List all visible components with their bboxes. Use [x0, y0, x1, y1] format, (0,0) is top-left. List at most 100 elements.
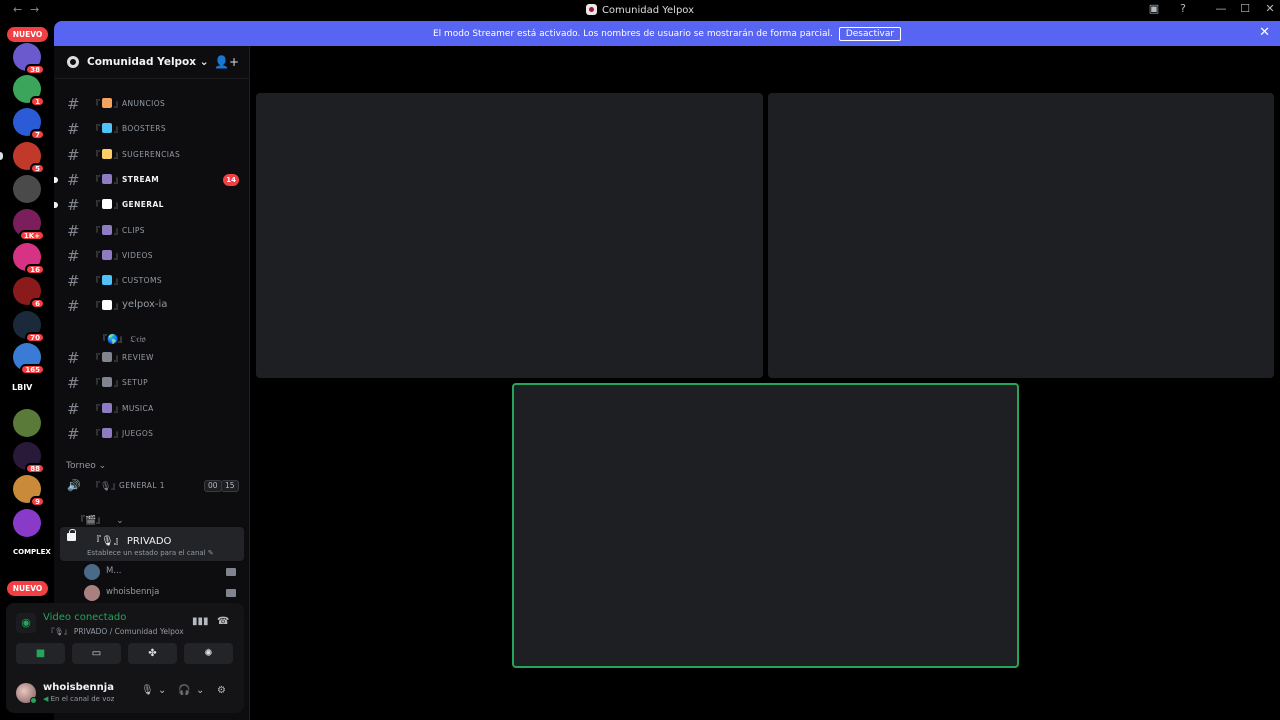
banner-close-icon[interactable]: ✕: [1259, 25, 1270, 40]
disconnect-icon[interactable]: ☎: [217, 616, 229, 627]
inbox-icon[interactable]: ▣: [1146, 2, 1162, 15]
channel-emoji-icon: [102, 300, 113, 311]
unread-badge: 88: [25, 463, 45, 474]
video-tile[interactable]: [768, 93, 1274, 378]
channel-sugerencias[interactable]: # 『』 SUGERENCIAS: [60, 144, 245, 166]
channel-emoji-icon: [102, 224, 113, 235]
category-private[interactable]: 『🎬』 ⌄: [76, 513, 124, 526]
signal-icon[interactable]: ◉: [16, 613, 36, 633]
server-icon[interactable]: 88: [13, 442, 45, 474]
bracket-open: 『: [91, 404, 101, 415]
hashtag-icon: #: [67, 145, 80, 164]
server-icon[interactable]: 165: [13, 343, 45, 375]
invite-people-icon[interactable]: 👤+: [214, 55, 239, 69]
user-limit: 15: [221, 480, 239, 492]
server-complex[interactable]: COMPLEX: [13, 548, 51, 556]
deactivate-button[interactable]: Desactivar: [838, 27, 902, 41]
nuevo-badge-bottom[interactable]: NUEVO: [7, 581, 48, 596]
minimize-button[interactable]: —: [1213, 2, 1229, 15]
nuevo-badge-top[interactable]: NUEVO: [7, 27, 48, 42]
chevron-down-icon[interactable]: ⌄: [196, 685, 204, 696]
channel-emoji-icon: [102, 377, 113, 388]
channel-customs[interactable]: # 『』 CUSTOMS: [60, 270, 245, 292]
server-header[interactable]: Comunidad Yelpox ⌄ 👤+: [54, 46, 249, 79]
channel-general[interactable]: # 『』 GENERAL: [54, 194, 245, 216]
mention-badge: 14: [223, 173, 239, 186]
voice-user-name: whoisbennja: [106, 587, 160, 597]
channel-prefix: 『🎙』: [91, 536, 124, 547]
category-torneo[interactable]: Torneo ⌄: [66, 461, 106, 471]
channel-label: ANUNCIOS: [122, 99, 166, 108]
video-tile-speaking[interactable]: [512, 383, 1019, 668]
channel-label: yelpox-ia: [122, 299, 168, 311]
server-icon[interactable]: [13, 175, 41, 203]
channel-prefix: 『』: [91, 97, 123, 110]
maximize-button[interactable]: ☐: [1237, 2, 1253, 15]
close-window-button[interactable]: ✕: [1262, 2, 1278, 15]
channel-stream[interactable]: # 『』 STREAM 14: [54, 169, 245, 191]
server-icon[interactable]: 5: [13, 142, 45, 174]
server-icon[interactable]: 6: [13, 277, 45, 309]
screenshare-button[interactable]: ▭: [72, 643, 121, 664]
bracket-open: 『: [91, 175, 101, 186]
voice-user[interactable]: M...: [84, 563, 239, 581]
server-lbiv[interactable]: LBIV: [12, 383, 32, 392]
hashtag-icon: #: [67, 120, 80, 139]
voice-state[interactable]: Video conectado: [43, 612, 126, 623]
server-name-text: Comunidad Yelpox: [87, 56, 197, 68]
server-icon[interactable]: 1K+: [13, 209, 45, 241]
channel-prefix: 『』: [91, 427, 123, 440]
channel-yelpox-ia[interactable]: # 『』 yelpox-ia: [60, 295, 245, 317]
server-icon[interactable]: [13, 509, 41, 537]
server-icon[interactable]: [13, 409, 41, 437]
soundboard-button[interactable]: ✺: [184, 643, 233, 664]
bracket-open: 『: [91, 379, 101, 390]
hashtag-icon: #: [67, 170, 80, 189]
hashtag-icon: #: [67, 221, 80, 240]
activities-button[interactable]: ✤: [128, 643, 177, 664]
channel-label: SUGERENCIAS: [122, 149, 181, 159]
channel-setup[interactable]: # 『』 SETUP: [60, 372, 245, 394]
server-icon[interactable]: 9: [13, 475, 45, 507]
voice-channel-privado[interactable]: 『🎙』 PRIVADO Establece un estado para el …: [60, 527, 244, 561]
video-stage: [250, 46, 1280, 720]
settings-gear-icon[interactable]: ⚙: [217, 685, 226, 696]
channel-boosters[interactable]: # 『』 BOOSTERS: [60, 118, 245, 140]
unread-indicator: [54, 176, 58, 183]
channel-anuncios[interactable]: # 『』 ANUNCIOS: [60, 93, 245, 115]
server-name: Comunidad Yelpox ⌄: [87, 56, 209, 68]
username[interactable]: whoisbennja: [43, 682, 114, 693]
channel-clips[interactable]: # 『』 CLIPS: [60, 220, 245, 242]
channel-musica[interactable]: # 『』 MUSICA: [60, 398, 245, 420]
microphone-icon[interactable]: 🎙: [141, 685, 154, 696]
unread-indicator: [54, 202, 58, 209]
chevron-down-icon[interactable]: ⌄: [158, 685, 166, 696]
voice-connection-panel: ◉ Video conectado 『🎙』 PRIVADO / Comunida…: [6, 603, 244, 673]
channel-videos[interactable]: # 『』 VIDEOS: [60, 245, 245, 267]
server-icon[interactable]: 1: [13, 75, 45, 107]
headphones-icon[interactable]: 🎧: [178, 685, 190, 696]
hashtag-icon: #: [67, 272, 80, 291]
voice-location[interactable]: 『🎙』 PRIVADO / Comunidad Yelpox: [47, 626, 184, 637]
video-tile[interactable]: [256, 93, 763, 378]
voice-user[interactable]: whoisbennja: [84, 584, 239, 602]
chevron-down-icon: ⌄: [116, 516, 124, 526]
server-icon[interactable]: 7: [13, 108, 45, 140]
category-private-label: 『🎬』: [76, 516, 106, 526]
avatar: [84, 585, 100, 601]
category-ocio[interactable]: 『🌎』 𝔒𝔠𝔦𝔬: [98, 332, 146, 345]
noise-suppression-icon[interactable]: ▮▮▮: [192, 616, 209, 627]
chevron-down-icon: ⌄: [199, 56, 209, 68]
server-icon[interactable]: 70: [13, 311, 45, 343]
banner-message: El modo Streamer está activado. Los nomb…: [432, 29, 833, 39]
help-icon[interactable]: ?: [1175, 2, 1191, 15]
camera-button[interactable]: ■: [16, 643, 65, 664]
server-icon[interactable]: 38: [13, 43, 45, 75]
server-icon[interactable]: 16: [13, 243, 45, 275]
unread-badge: 7: [30, 129, 45, 140]
voice-channel-general-1[interactable]: 🔊 『🎙』 GENERAL 1 00 15: [60, 475, 245, 497]
channel-review[interactable]: # 『』 REVIEW: [60, 347, 245, 369]
channel-status[interactable]: Establece un estado para el canal ✎: [87, 549, 214, 557]
camera-icon: [226, 568, 236, 576]
channel-juegos[interactable]: # 『』 JUEGOS: [60, 423, 245, 445]
